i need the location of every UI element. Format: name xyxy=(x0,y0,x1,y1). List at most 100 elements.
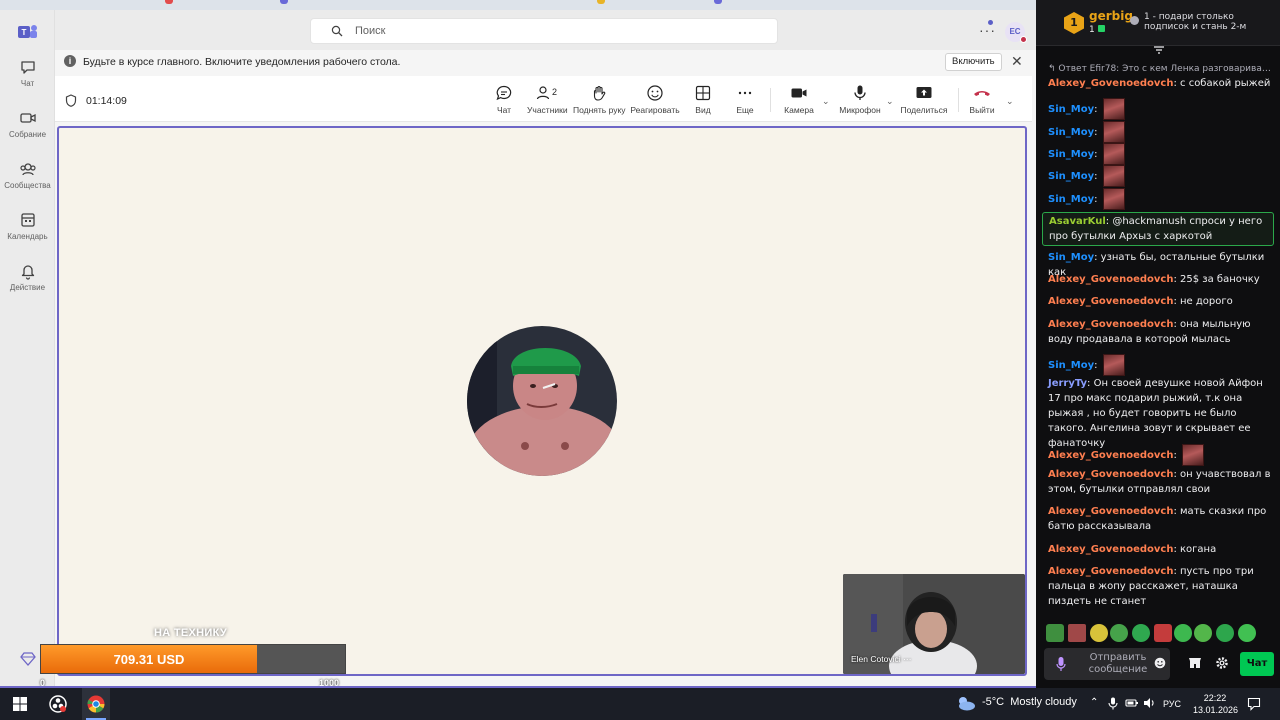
self-view-video[interactable]: Elen Cotovici ⋯ xyxy=(843,574,1025,674)
share-button[interactable]: Поделиться xyxy=(899,84,949,115)
emote-icon[interactable] xyxy=(1046,624,1064,642)
chat-username[interactable]: Alexey_Govenoedovch xyxy=(1048,274,1173,285)
chat-username[interactable]: Sin_Moy xyxy=(1048,252,1094,263)
rail-item-calendar[interactable]: Календарь xyxy=(0,211,55,253)
settings-gear-icon[interactable] xyxy=(1215,656,1229,670)
chat-message[interactable]: Alexey_Govenoedovch: xyxy=(1048,444,1274,466)
raise-hand-button[interactable]: Поднять руку xyxy=(573,84,626,115)
chat-username[interactable]: JerryTy xyxy=(1048,378,1087,389)
chat-message[interactable]: Alexey_Govenoedovch: когана xyxy=(1048,542,1274,557)
chat-message[interactable]: Alexey_Govenoedovch: мать сказки про бат… xyxy=(1048,504,1274,534)
chat-username[interactable]: Alexey_Govenoedovch xyxy=(1048,544,1173,555)
hand-icon xyxy=(593,85,606,101)
chat-message[interactable]: Sin_Moy: xyxy=(1048,354,1274,376)
call-timer: 01:14:09 xyxy=(86,95,127,107)
clock[interactable]: 22:22 13.01.2026 xyxy=(1193,692,1238,716)
more-options-icon[interactable]: ··· xyxy=(979,22,996,38)
search-input[interactable]: Поиск xyxy=(310,18,778,44)
chat-button[interactable]: Чат xyxy=(489,84,519,115)
more-button[interactable]: Еще xyxy=(730,84,760,115)
windows-start-icon[interactable] xyxy=(10,694,30,714)
reply-preview[interactable]: ↰ Ответ Efir78: Это с кем Ленка разговар… xyxy=(1048,64,1274,74)
camera-button[interactable]: Камера xyxy=(781,84,817,115)
chat-text: с собакой рыжей xyxy=(1180,78,1271,89)
obs-studio-icon[interactable] xyxy=(48,694,68,714)
mic-options-chevron-icon[interactable]: ⌄ xyxy=(886,96,894,107)
search-icon xyxy=(331,25,343,37)
chat-message[interactable]: Sin_Moy: xyxy=(1048,165,1274,187)
rail-item-communities[interactable]: Сообщества xyxy=(0,160,55,202)
view-button[interactable]: Вид xyxy=(688,84,718,115)
chat-message[interactable]: Alexey_Govenoedovch: не дорого xyxy=(1048,294,1274,309)
chat-username[interactable]: Sin_Moy xyxy=(1048,149,1094,160)
chat-username[interactable]: Sin_Moy xyxy=(1048,194,1094,205)
chat-message[interactable]: Sin_Moy: xyxy=(1048,98,1274,120)
close-icon[interactable]: ✕ xyxy=(1011,53,1023,70)
chat-username[interactable]: Alexey_Govenoedovch xyxy=(1048,296,1173,307)
notifications-icon[interactable] xyxy=(1247,697,1261,711)
chat-username[interactable]: Sin_Moy xyxy=(1048,360,1094,371)
emote-icon[interactable] xyxy=(1154,624,1172,642)
react-button[interactable]: Реагировать xyxy=(630,84,680,115)
chat-message[interactable]: AsavarKul: @hackmanush спроси у него про… xyxy=(1042,212,1274,246)
chat-icon xyxy=(20,61,35,74)
participant-photo xyxy=(467,326,617,476)
emote-icon[interactable] xyxy=(1110,624,1128,642)
leave-options-chevron-icon[interactable]: ⌄ xyxy=(1006,96,1014,107)
chat-message[interactable]: Alexey_Govenoedovch: он учавствовал в эт… xyxy=(1048,467,1274,497)
emoji-icon[interactable] xyxy=(1154,657,1166,669)
info-icon: i xyxy=(64,55,76,67)
participants-label: Участники xyxy=(527,105,568,115)
chat-username[interactable]: Sin_Moy xyxy=(1048,127,1094,138)
chat-username[interactable]: Alexey_Govenoedovch xyxy=(1048,450,1173,461)
camera-options-chevron-icon[interactable]: ⌄ xyxy=(822,96,830,107)
chat-username[interactable]: Alexey_Govenoedovch xyxy=(1048,78,1173,89)
store-icon[interactable] xyxy=(1188,656,1202,670)
chat-message[interactable]: Sin_Moy: xyxy=(1048,121,1274,143)
chat-message[interactable]: Alexey_Govenoedovch: пусть про три пальц… xyxy=(1048,564,1274,609)
weather-temp: -5°C xyxy=(982,696,1005,708)
chat-message[interactable]: Alexey_Govenoedovch: 25$ за баночку xyxy=(1048,272,1274,287)
microphone-icon[interactable] xyxy=(1108,697,1118,710)
chat-message[interactable]: JerryTy: Он своей девушке новой Айфон 17… xyxy=(1048,376,1274,451)
emote-icon[interactable] xyxy=(1194,624,1212,642)
chat-separator: : xyxy=(1094,171,1101,182)
enable-notifications-button[interactable]: Включить xyxy=(945,53,1002,71)
emote-icon[interactable] xyxy=(1216,624,1234,642)
top-gifter-name[interactable]: gerbig xyxy=(1089,9,1133,23)
chat-username[interactable]: Alexey_Govenoedovch xyxy=(1048,469,1173,480)
emote-icon[interactable] xyxy=(1238,624,1256,642)
taskbar-active-app[interactable] xyxy=(82,688,110,720)
input-language[interactable]: РУС xyxy=(1163,699,1181,709)
chat-username[interactable]: Sin_Moy xyxy=(1048,104,1094,115)
rail-label: Календарь xyxy=(7,232,48,241)
emote-icon[interactable] xyxy=(1068,624,1086,642)
battery-icon[interactable] xyxy=(1125,697,1139,709)
chat-message[interactable]: Alexey_Govenoedovch: с собакой рыжей xyxy=(1048,76,1274,91)
chrome-icon xyxy=(87,695,105,713)
avatar[interactable]: EC xyxy=(1005,22,1027,43)
chat-username[interactable]: Alexey_Govenoedovch xyxy=(1048,319,1173,330)
rail-item-activity[interactable]: Действие xyxy=(0,262,55,304)
emote-icon[interactable] xyxy=(1090,624,1108,642)
chat-message[interactable]: Sin_Moy: xyxy=(1048,143,1274,165)
rail-item-chat[interactable]: Чат xyxy=(0,58,55,100)
collapse-icon[interactable] xyxy=(1153,46,1165,54)
leave-button[interactable]: Выйти xyxy=(967,84,997,115)
chat-username[interactable]: AsavarKul xyxy=(1049,216,1106,227)
chat-username[interactable]: Alexey_Govenoedovch xyxy=(1048,506,1173,517)
chat-input[interactable]: Отправить сообщение xyxy=(1044,648,1170,680)
participants-button[interactable]: 2 Участники xyxy=(527,84,568,115)
volume-icon[interactable] xyxy=(1143,697,1157,709)
chat-message[interactable]: Alexey_Govenoedovch: она мыльную воду пр… xyxy=(1048,317,1274,347)
raise-hand-label: Поднять руку xyxy=(573,105,626,115)
chat-message[interactable]: Sin_Moy: xyxy=(1048,188,1274,210)
chevron-up-icon[interactable]: ⌃ xyxy=(1090,697,1098,708)
rail-item-meetings[interactable]: Собрание xyxy=(0,109,55,151)
chat-send-button[interactable]: Чат xyxy=(1240,652,1274,676)
chat-username[interactable]: Alexey_Govenoedovch xyxy=(1048,566,1173,577)
microphone-button[interactable]: Микрофон xyxy=(837,84,883,115)
chat-username[interactable]: Sin_Moy xyxy=(1048,171,1094,182)
emote-icon[interactable] xyxy=(1132,624,1150,642)
emote-icon[interactable] xyxy=(1174,624,1192,642)
